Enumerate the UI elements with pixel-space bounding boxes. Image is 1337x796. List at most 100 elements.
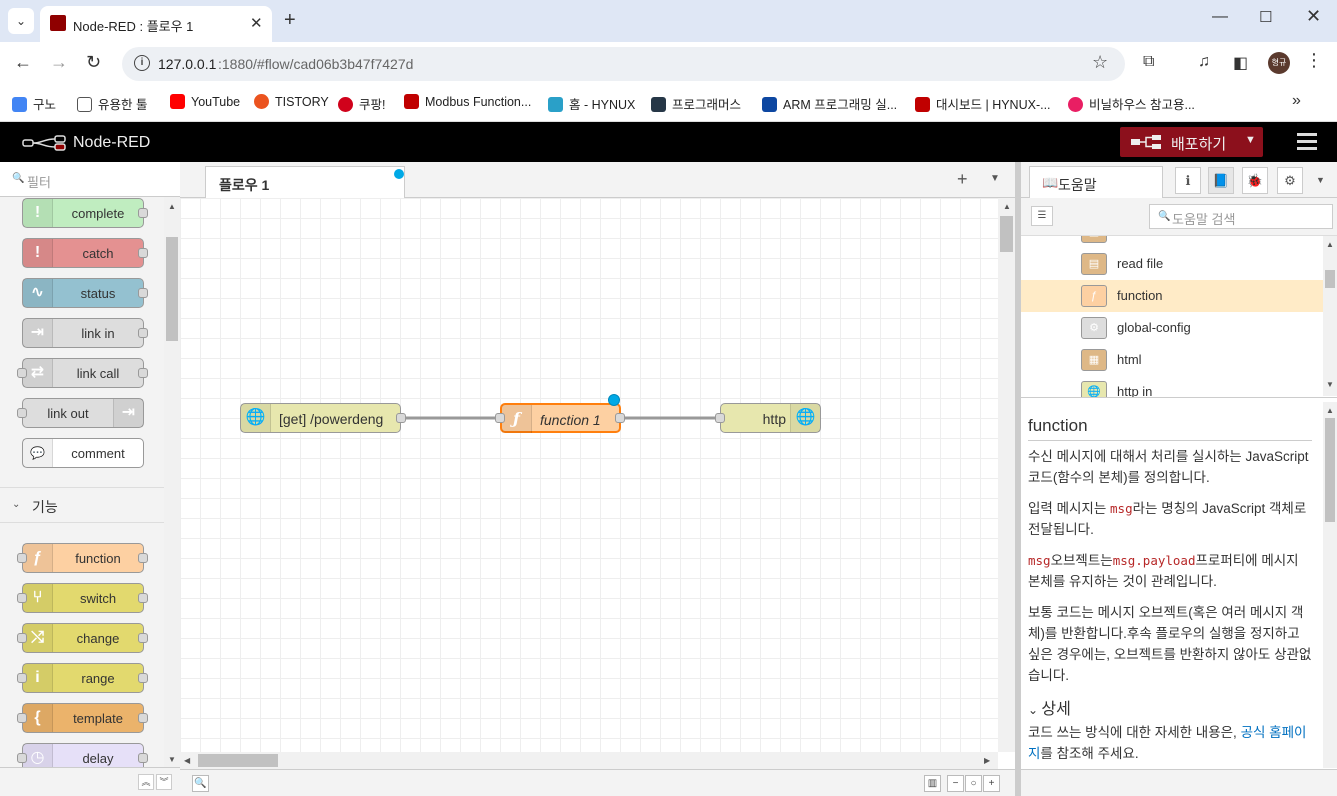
main-menu-icon[interactable]: [1297, 133, 1317, 154]
bookmark-item[interactable]: 쿠팡!: [338, 94, 385, 113]
palette-filter-input[interactable]: 🔍 필터: [0, 162, 180, 197]
zoom-reset-icon[interactable]: ○: [965, 775, 982, 792]
tree-item[interactable]: ▤ write file: [1021, 236, 1323, 248]
minimize-icon[interactable]: —: [1212, 8, 1228, 26]
browser-tab[interactable]: Node-RED : 플로우 1 ✕: [40, 6, 272, 42]
window-close-icon[interactable]: ✕: [1306, 6, 1321, 27]
flow-node-http-in[interactable]: 🌐 [get] /powerdeng: [240, 403, 406, 433]
app-title: Node-RED: [73, 134, 151, 151]
palette-node-complete[interactable]: ! complete: [22, 198, 148, 228]
forward-icon[interactable]: →: [50, 52, 68, 73]
sidebar-menu-caret-icon[interactable]: ▼: [1316, 175, 1325, 185]
navigator-map-icon[interactable]: ▥: [924, 775, 941, 792]
bookmark-item[interactable]: 비닐하우스 참고용...: [1068, 94, 1195, 113]
zoom-out-icon[interactable]: −: [947, 775, 964, 792]
palette-node-catch[interactable]: ! catch: [22, 238, 148, 268]
side-panel-icon[interactable]: ◧: [1233, 53, 1248, 73]
tree-scroll-thumb[interactable]: [1325, 270, 1335, 288]
tab-search-button[interactable]: ⌄: [8, 8, 34, 34]
flow-canvas[interactable]: 🌐 [get] /powerdeng ƒ function 1 http 🌐: [180, 198, 998, 752]
flow-list-caret-icon[interactable]: ▼: [990, 173, 1000, 184]
scroll-left-icon[interactable]: ◀: [184, 756, 190, 765]
tree-item[interactable]: 🌐 http in: [1021, 376, 1323, 397]
palette-node-template[interactable]: {template: [17, 703, 148, 733]
input-port[interactable]: [715, 413, 725, 423]
flow-node-function[interactable]: ƒ function 1: [495, 394, 625, 433]
bookmark-item[interactable]: 프로그래머스: [651, 94, 741, 113]
palette-scroll-thumb[interactable]: [166, 237, 178, 341]
tree-item[interactable]: ⚙ global-config: [1021, 312, 1323, 344]
media-control-icon[interactable]: ♫: [1198, 53, 1210, 71]
scroll-up-icon[interactable]: ▲: [168, 202, 176, 211]
palette-node-change[interactable]: ⤭ change: [17, 623, 148, 653]
palette-scrollbar[interactable]: ▲ ▼: [164, 197, 180, 767]
add-flow-icon[interactable]: +: [957, 169, 968, 190]
input-port[interactable]: [495, 413, 505, 423]
bookmark-item[interactable]: 대시보드 | HYNUX-...: [915, 94, 1051, 113]
scroll-up-icon[interactable]: ▲: [1003, 202, 1011, 211]
palette-node-link-out[interactable]: ⇥ link out: [17, 398, 144, 428]
scroll-down-icon[interactable]: ▼: [168, 755, 176, 764]
palette-node-link-call[interactable]: ⇄ link call: [17, 358, 148, 388]
tree-scrollbar[interactable]: ▲ ▼: [1323, 236, 1337, 396]
bookmark-item[interactable]: YouTube: [170, 94, 240, 109]
tree-item[interactable]: ƒ function: [1021, 280, 1323, 312]
tree-item[interactable]: ▤ read file: [1021, 248, 1323, 280]
help-search-input[interactable]: 🔍 도움말 검색: [1149, 204, 1333, 229]
output-port[interactable]: [615, 413, 625, 423]
deploy-menu-caret-icon[interactable]: ▼: [1245, 134, 1256, 146]
expand-all-icon[interactable]: ︾: [156, 774, 172, 790]
tab-help[interactable]: 📖 도움말: [1029, 166, 1163, 199]
site-info-icon[interactable]: i: [134, 55, 150, 71]
details-section-header[interactable]: ⌄ 상세: [1028, 695, 1071, 719]
profile-avatar[interactable]: 형규: [1268, 52, 1290, 74]
help-scroll-thumb[interactable]: [1325, 418, 1335, 522]
bookmark-item[interactable]: 구노: [12, 94, 56, 113]
extensions-icon[interactable]: ⧉: [1143, 53, 1154, 71]
bookmark-item[interactable]: 홈 - HYNUX: [548, 94, 635, 113]
new-tab-button[interactable]: +: [284, 9, 296, 32]
palette-node-link-in[interactable]: ⇥ link in: [22, 318, 148, 348]
category-header-function[interactable]: ⌄ 기능: [0, 487, 164, 523]
canvas-h-scroll-thumb[interactable]: [198, 754, 278, 767]
back-icon[interactable]: ←: [14, 52, 32, 73]
browser-menu-icon[interactable]: ⋮: [1305, 50, 1323, 71]
bookmark-folder[interactable]: 유용한 툴: [77, 94, 147, 113]
deploy-button[interactable]: 배포하기 ▼: [1120, 127, 1263, 157]
tree-item-label: write file: [1117, 236, 1165, 239]
search-flows-icon[interactable]: 🔍: [192, 775, 209, 792]
tab-close-icon[interactable]: ✕: [250, 14, 263, 32]
bookmark-star-icon[interactable]: ☆: [1092, 52, 1108, 73]
scroll-down-icon[interactable]: ▼: [1326, 380, 1334, 389]
scroll-right-icon[interactable]: ▶: [984, 756, 990, 765]
flow-node-http-response[interactable]: http 🌐: [715, 403, 821, 433]
palette-node-function[interactable]: ƒ function: [17, 543, 148, 573]
palette-node-range[interactable]: i range: [17, 663, 148, 693]
toc-toggle-icon[interactable]: ☰: [1031, 206, 1053, 226]
palette-node-status[interactable]: ∿ status: [22, 278, 148, 308]
canvas-vertical-scrollbar[interactable]: ▲: [998, 198, 1015, 752]
tree-item[interactable]: ▦ html: [1021, 344, 1323, 376]
canvas-v-scroll-thumb[interactable]: [1000, 216, 1013, 252]
scroll-up-icon[interactable]: ▲: [1326, 240, 1334, 249]
zoom-in-icon[interactable]: +: [983, 775, 1000, 792]
config-gear-icon[interactable]: ⚙: [1277, 167, 1303, 194]
bookmark-item[interactable]: TISTORY: [254, 94, 329, 109]
maximize-icon[interactable]: ☐: [1259, 8, 1272, 26]
debug-bug-icon[interactable]: 🐞: [1242, 167, 1268, 194]
output-port[interactable]: [396, 413, 406, 423]
address-bar[interactable]: i 127.0.0.1 :1880/#flow/cad06b3b47f7427d…: [122, 47, 1125, 81]
reload-icon[interactable]: ↻: [86, 52, 101, 73]
help-scrollbar[interactable]: ▲: [1323, 402, 1337, 768]
bookmark-item[interactable]: Modbus Function...: [404, 94, 531, 109]
bookmark-item[interactable]: ARM 프로그래밍 실...: [762, 94, 897, 113]
info-icon[interactable]: ℹ: [1175, 167, 1201, 194]
help-book-icon[interactable]: 📘: [1208, 167, 1234, 194]
palette-node-switch[interactable]: ⑂ switch: [17, 583, 148, 613]
collapse-all-icon[interactable]: ︽: [138, 774, 154, 790]
scroll-up-icon[interactable]: ▲: [1326, 406, 1334, 415]
bookmarks-overflow-icon[interactable]: »: [1292, 92, 1301, 110]
palette-node-comment[interactable]: 💬 comment: [22, 438, 144, 468]
tab-flow-1[interactable]: 플로우 1: [205, 166, 405, 199]
canvas-horizontal-scrollbar[interactable]: ◀ ▶: [180, 752, 998, 769]
